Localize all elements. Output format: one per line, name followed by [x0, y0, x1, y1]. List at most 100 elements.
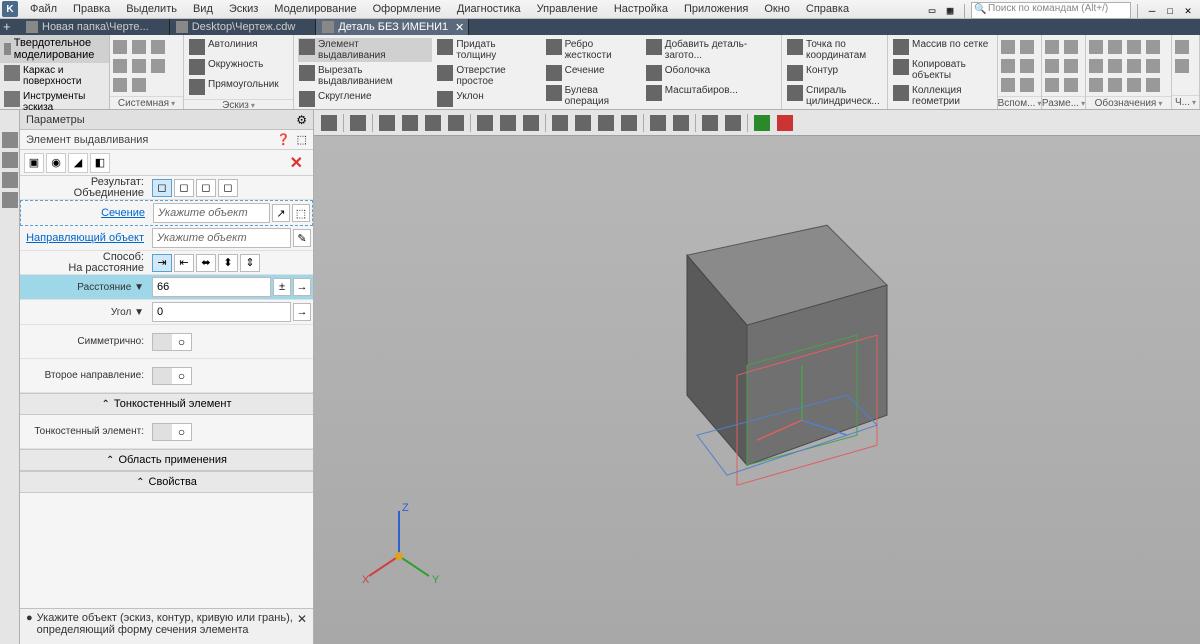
vp-shade1-icon[interactable]	[549, 113, 571, 133]
section-thin[interactable]: Тонкостенный элемент	[20, 393, 313, 415]
dim-icon[interactable]	[1062, 38, 1080, 55]
new-tab-button[interactable]: +	[3, 19, 11, 35]
vp-filter2-icon[interactable]	[670, 113, 692, 133]
vp-shade3-icon[interactable]	[595, 113, 617, 133]
section-auto-icon[interactable]: ⬚	[292, 204, 310, 222]
document-tab-active[interactable]: Деталь БЕЗ ИМЕНИ1✕	[316, 19, 469, 35]
menu-help[interactable]: Справка	[798, 1, 857, 17]
vp-fit-icon[interactable]	[347, 113, 369, 133]
section-props[interactable]: Свойства	[20, 471, 313, 493]
vp-shade2-icon[interactable]	[572, 113, 594, 133]
gear-icon[interactable]: ⚙	[296, 113, 307, 127]
dim-icon[interactable]	[1062, 76, 1080, 93]
angle-label[interactable]: Угол ▼	[20, 307, 150, 318]
vp-view3-icon[interactable]	[520, 113, 542, 133]
plus-minus-icon[interactable]: ±	[273, 278, 291, 296]
section-pick-icon[interactable]: ↗	[272, 204, 290, 222]
annot-icon[interactable]	[1106, 76, 1124, 93]
method-vertex[interactable]: ⬌	[196, 254, 216, 272]
method-through[interactable]: ⇤	[174, 254, 194, 272]
annot-icon[interactable]	[1125, 57, 1143, 74]
vp-view2-icon[interactable]	[497, 113, 519, 133]
second-dir-toggle[interactable]: ○	[152, 367, 192, 385]
thin-toggle[interactable]: ○	[152, 423, 192, 441]
dim-icon[interactable]	[1043, 76, 1061, 93]
guide-pick-icon[interactable]: ✎	[293, 229, 311, 247]
menu-manage[interactable]: Управление	[529, 1, 606, 17]
cmd-contour[interactable]: Контур	[786, 64, 884, 82]
cmd-section[interactable]: Сечение	[545, 64, 641, 82]
minimize-button[interactable]: —	[1144, 4, 1160, 18]
aux-icon[interactable]	[999, 76, 1017, 93]
dim-icon[interactable]	[1062, 57, 1080, 74]
menu-settings[interactable]: Настройка	[606, 1, 676, 17]
method-nearest[interactable]: ⇕	[240, 254, 260, 272]
guide-link[interactable]: Направляющий объект	[26, 232, 144, 244]
vp-more-icon[interactable]	[722, 113, 744, 133]
vp-zoom-icon[interactable]	[376, 113, 398, 133]
menu-select[interactable]: Выделить	[118, 1, 185, 17]
print-icon[interactable]	[111, 57, 129, 74]
cmd-boolean[interactable]: Булева операция	[545, 84, 641, 108]
annot-icon[interactable]	[1106, 57, 1124, 74]
dock-list-icon[interactable]	[2, 192, 18, 208]
aux-icon[interactable]	[1018, 57, 1036, 74]
cmd-rib[interactable]: Ребро жесткости	[545, 38, 641, 62]
section-link[interactable]: Сечение	[101, 207, 145, 219]
result-subtract[interactable]: ◻	[174, 179, 194, 197]
loft-mode-icon[interactable]: ◧	[90, 153, 110, 173]
redo-icon[interactable]	[130, 76, 148, 93]
guide-input[interactable]: Укажите объект	[152, 228, 291, 248]
distance-input[interactable]: 66	[152, 277, 271, 297]
dock-fx-icon[interactable]	[2, 172, 18, 188]
cmd-draft[interactable]: Уклон	[436, 90, 540, 108]
mode-wireframe[interactable]: Каркас и поверхности	[0, 63, 109, 89]
help-icon[interactable]: ❓	[277, 133, 291, 146]
maximize-button[interactable]: ☐	[1162, 4, 1178, 18]
panel-title[interactable]: Разме...	[1042, 96, 1085, 109]
vp-cancel-icon[interactable]	[774, 113, 796, 133]
model-preview[interactable]	[597, 195, 917, 498]
ch-icon[interactable]	[1173, 38, 1191, 55]
vp-zoomwin-icon[interactable]	[399, 113, 421, 133]
dim-icon[interactable]	[1043, 38, 1061, 55]
vp-rotate-icon[interactable]	[445, 113, 467, 133]
vp-funnel-icon[interactable]	[699, 113, 721, 133]
vp-filter1-icon[interactable]	[647, 113, 669, 133]
menu-edit[interactable]: Правка	[65, 1, 118, 17]
menu-apps[interactable]: Приложения	[676, 1, 756, 17]
ch-icon[interactable]	[1173, 57, 1191, 74]
vp-view1-icon[interactable]	[474, 113, 496, 133]
aux-icon[interactable]	[999, 38, 1017, 55]
annot-icon[interactable]	[1144, 38, 1162, 55]
annot-icon[interactable]	[1125, 38, 1143, 55]
flip-arrow-icon[interactable]: →	[293, 278, 311, 296]
symmetric-toggle[interactable]: ○	[152, 333, 192, 351]
command-search[interactable]: Поиск по командам (Alt+/)	[971, 2, 1131, 19]
new-icon[interactable]	[111, 38, 129, 55]
dim-icon[interactable]	[1043, 57, 1061, 74]
annot-icon[interactable]	[1087, 38, 1105, 55]
section-scope[interactable]: Область применения	[20, 449, 313, 471]
document-tab[interactable]: Новая папка\Черте...	[20, 19, 170, 35]
angle-input[interactable]: 0	[152, 302, 291, 322]
cmd-rectangle[interactable]: Прямоугольник	[188, 78, 283, 96]
menu-modeling[interactable]: Моделирование	[266, 1, 364, 17]
sweep-mode-icon[interactable]: ◢	[68, 153, 88, 173]
cmd-circle[interactable]: Окружность	[188, 58, 283, 76]
annot-icon[interactable]	[1106, 38, 1124, 55]
document-tab[interactable]: Desktop\Чертеж.cdw	[170, 19, 317, 35]
result-union[interactable]: ◻	[152, 179, 172, 197]
dock-params-icon[interactable]	[2, 152, 18, 168]
close-button[interactable]: ✕	[1180, 4, 1196, 18]
panel-title[interactable]: Системная	[110, 96, 183, 109]
cmd-cut-extrude[interactable]: Вырезать выдавливанием	[298, 64, 432, 88]
menu-window[interactable]: Окно	[756, 1, 798, 17]
dock-tree-icon[interactable]	[2, 132, 18, 148]
cmd-extrude[interactable]: Элемент выдавливания	[298, 38, 432, 62]
cmd-hole[interactable]: Отверстие простое	[436, 64, 540, 88]
cmd-point[interactable]: Точка по координатам	[786, 38, 884, 62]
method-dist[interactable]: ⇥	[152, 254, 172, 272]
aux-icon[interactable]	[1018, 38, 1036, 55]
vp-shade4-icon[interactable]	[618, 113, 640, 133]
